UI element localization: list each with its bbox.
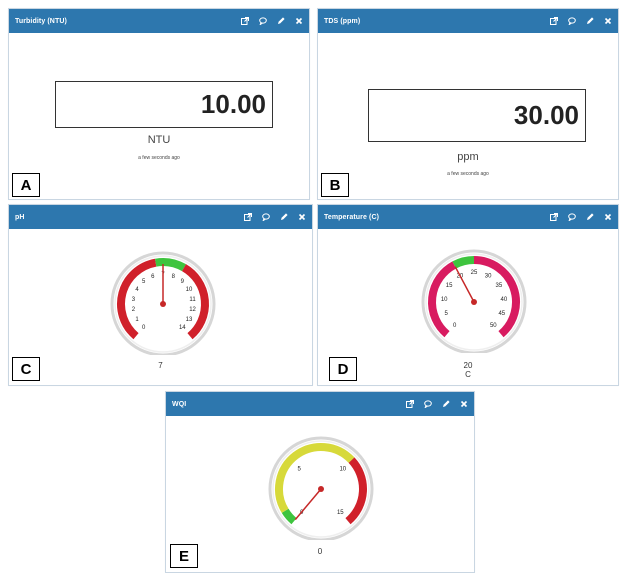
turbidity-unit: NTU: [147, 134, 171, 146]
gauge-tick-label: 10: [339, 466, 346, 472]
pencil-icon[interactable]: [586, 213, 594, 221]
external-link-icon[interactable]: [244, 213, 252, 221]
tds-unit: ppm: [457, 151, 479, 163]
close-icon[interactable]: [460, 400, 468, 408]
tds-value-display: 30.00: [368, 89, 586, 142]
turbidity-timestamp: a few seconds ago: [138, 155, 180, 161]
gauge-tick-label: 11: [189, 297, 196, 303]
pencil-icon[interactable]: [442, 400, 450, 408]
gauge-needle-hub: [471, 299, 477, 305]
figure-label-d: D: [329, 357, 357, 381]
panel-title: Temperature (C): [324, 213, 380, 221]
temperature-unit: C: [465, 370, 471, 379]
gauge-tick-label: 15: [337, 510, 344, 516]
gauge-needle-hub: [160, 301, 166, 307]
tds-timestamp: a few seconds ago: [447, 171, 489, 177]
panel-title: Turbidity (NTU): [15, 17, 67, 25]
comment-icon[interactable]: [262, 213, 270, 221]
panel-tools: [244, 213, 306, 221]
wqi-value: 0: [317, 547, 323, 556]
gauge-tick-label: 14: [179, 325, 186, 331]
figure-label-e: E: [170, 544, 198, 568]
wqi-gauge: 051015: [268, 436, 374, 540]
ph-gauge: 01234567891011121314: [110, 251, 216, 355]
gauge-needle-hub: [318, 486, 324, 492]
external-link-icon[interactable]: [406, 400, 414, 408]
gauge-tick-label: 40: [500, 297, 507, 303]
pencil-icon[interactable]: [586, 17, 594, 25]
figure-label-c: C: [12, 357, 40, 381]
turbidity-header: Turbidity (NTU): [9, 9, 309, 33]
gauge-tick-label: 12: [189, 307, 196, 313]
close-icon[interactable]: [298, 213, 306, 221]
comment-icon[interactable]: [568, 213, 576, 221]
comment-icon[interactable]: [424, 400, 432, 408]
gauge-tick-label: 35: [496, 283, 503, 289]
gauge-tick-label: 30: [485, 274, 492, 280]
pencil-icon[interactable]: [277, 17, 285, 25]
panel-tools: [406, 400, 468, 408]
close-icon[interactable]: [295, 17, 303, 25]
pencil-icon[interactable]: [280, 213, 288, 221]
tds-header: TDS (ppm): [318, 9, 618, 33]
panel-title: TDS (ppm): [324, 17, 361, 25]
turbidity-value-display: 10.00: [55, 81, 273, 128]
gauge-tick-label: 13: [186, 317, 193, 323]
comment-icon[interactable]: [568, 17, 576, 25]
gauge-tick-label: 10: [186, 287, 193, 293]
turbidity-panel: Turbidity (NTU) 10.00 NTU a few seconds …: [8, 8, 310, 200]
external-link-icon[interactable]: [550, 17, 558, 25]
temperature-header: Temperature (C): [318, 205, 618, 229]
gauge-tick-label: 45: [498, 311, 505, 317]
external-link-icon[interactable]: [550, 213, 558, 221]
wqi-header: WQI: [166, 392, 474, 416]
temperature-panel: Temperature (C) 05101520253035404550 20 …: [317, 204, 619, 386]
temperature-gauge: 05101520253035404550: [421, 249, 527, 353]
gauge-tick-label: 10: [441, 297, 448, 303]
ph-panel: pH 01234567891011121314 7: [8, 204, 313, 386]
panel-tools: [550, 213, 612, 221]
gauge-tick-label: 50: [490, 323, 497, 329]
external-link-icon[interactable]: [241, 17, 249, 25]
figure-label-a: A: [12, 173, 40, 197]
temperature-value: 20: [463, 361, 473, 370]
gauge-tick-label: 15: [446, 283, 453, 289]
close-icon[interactable]: [604, 17, 612, 25]
panel-tools: [550, 17, 612, 25]
ph-header: pH: [9, 205, 312, 229]
panel-title: WQI: [172, 400, 187, 408]
figure-label-b: B: [321, 173, 349, 197]
gauge-tick-label: 25: [471, 270, 478, 276]
wqi-panel: WQI 051015 0: [165, 391, 475, 573]
ph-value: 7: [158, 361, 163, 370]
panel-tools: [241, 17, 303, 25]
comment-icon[interactable]: [259, 17, 267, 25]
panel-title: pH: [15, 213, 25, 221]
close-icon[interactable]: [604, 213, 612, 221]
tds-panel: TDS (ppm) 30.00 ppm a few seconds ago: [317, 8, 619, 200]
